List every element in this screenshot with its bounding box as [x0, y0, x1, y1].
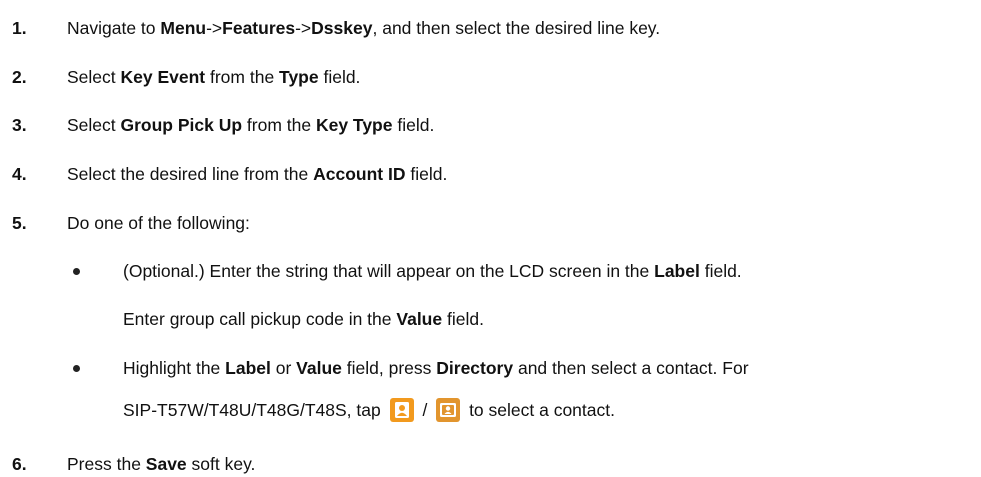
text-run: or [270, 358, 297, 378]
save-term: Save [145, 454, 187, 474]
key-type-term: Key Type [315, 115, 393, 135]
text-run: -> [295, 18, 312, 38]
label-term: Label [225, 358, 271, 378]
step-number: 5. [12, 213, 27, 233]
bullet-text: Highlight the Label or Value field, pres… [123, 356, 749, 380]
text-run: -> [206, 18, 223, 38]
step-number: 2. [12, 67, 27, 87]
step-text: Do one of the following: [67, 213, 250, 233]
step-number: 3. [12, 115, 27, 135]
value-term: Value [396, 309, 443, 329]
type-term: Type [279, 67, 319, 87]
text-run: , and then select the desired line key. [372, 18, 661, 38]
step-text: Select the desired line from the Account… [67, 162, 447, 186]
text-run: Select [67, 115, 121, 135]
bullet-dot [73, 365, 80, 372]
bullet-dot [73, 268, 80, 275]
step-text: Select Group Pick Up from the Key Type f… [67, 113, 434, 137]
text-run: from the [205, 67, 280, 87]
separator-slash: / [417, 400, 433, 420]
text-run: from the [242, 115, 316, 135]
step-text: Select Key Event from the Type field. [67, 65, 360, 89]
step-number: 4. [12, 164, 27, 184]
text-run: and then select a contact. For [513, 358, 749, 378]
text-run: Enter group call pickup code in the [123, 309, 397, 329]
text-run: field. [392, 115, 435, 135]
contact-person-icon [389, 398, 414, 423]
text-run: to select a contact. [464, 400, 615, 420]
text-run: SIP-T57W/T48U/T48G/T48S, tap [123, 400, 386, 420]
key-event-term: Key Event [120, 67, 206, 87]
text-run: field. [699, 261, 742, 281]
text-run: Select the desired line from the [67, 164, 314, 184]
text-run: soft key. [186, 454, 256, 474]
features-term: Features [222, 18, 296, 38]
dsskey-term: Dsskey [311, 18, 373, 38]
bullet-text: SIP-T57W/T48U/T48G/T48S, tap / to select… [123, 398, 615, 423]
text-run: field. [405, 164, 448, 184]
account-id-term: Account ID [313, 164, 406, 184]
menu-term: Menu [160, 18, 207, 38]
label-term: Label [654, 261, 700, 281]
text-run: (Optional.) Enter the string that will a… [123, 261, 655, 281]
contact-card-icon [436, 398, 461, 423]
group-pick-up-term: Group Pick Up [120, 115, 243, 135]
text-run: field, press [341, 358, 437, 378]
value-term: Value [296, 358, 342, 378]
text-run: Highlight the [123, 358, 226, 378]
step-text: Navigate to Menu->Features->Dsskey, and … [67, 16, 660, 40]
text-run: Navigate to [67, 18, 161, 38]
bullet-text: (Optional.) Enter the string that will a… [123, 259, 742, 283]
text-run: field. [442, 309, 484, 329]
bullet-text: Enter group call pickup code in the Valu… [123, 307, 484, 331]
text-run: Press the [67, 454, 146, 474]
step-number: 6. [12, 454, 27, 474]
step-text: Press the Save soft key. [67, 452, 255, 476]
step-number: 1. [12, 18, 27, 38]
text-run: Select [67, 67, 121, 87]
directory-term: Directory [436, 358, 514, 378]
text-run: field. [318, 67, 361, 87]
